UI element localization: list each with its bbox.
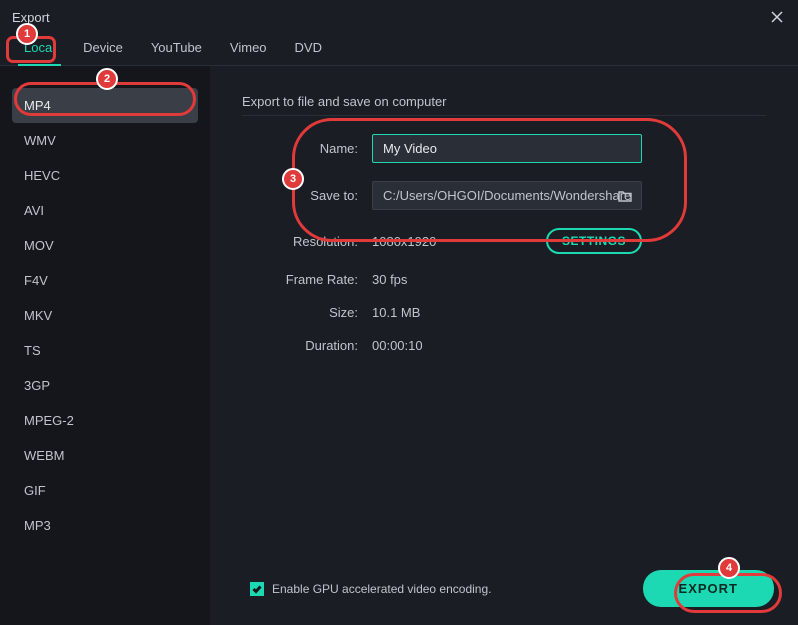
saveto-row: Save to: C:/Users/OHGOI/Documents/Wonder… <box>242 181 766 210</box>
tab-local[interactable]: Local <box>18 36 61 59</box>
format-mkv[interactable]: MKV <box>12 298 198 333</box>
tab-device[interactable]: Device <box>77 36 129 59</box>
size-value: 10.1 MB <box>372 305 420 320</box>
framerate-value: 30 fps <box>372 272 407 287</box>
format-mp4[interactable]: MP4 <box>12 88 198 123</box>
folder-icon[interactable] <box>617 188 633 204</box>
divider <box>242 115 766 116</box>
resolution-row: Resolution: 1080x1920 SETTINGS <box>242 228 766 254</box>
resolution-value: 1080x1920 <box>372 234 436 249</box>
saveto-field[interactable]: C:/Users/OHGOI/Documents/Wondershare <box>372 181 642 210</box>
gpu-label: Enable GPU accelerated video encoding. <box>272 582 491 596</box>
format-gif[interactable]: GIF <box>12 473 198 508</box>
format-avi[interactable]: AVI <box>12 193 198 228</box>
titlebar: Export <box>0 0 798 28</box>
format-hevc[interactable]: HEVC <box>12 158 198 193</box>
format-3gp[interactable]: 3GP <box>12 368 198 403</box>
size-label: Size: <box>242 305 372 320</box>
format-wmv[interactable]: WMV <box>12 123 198 158</box>
format-webm[interactable]: WEBM <box>12 438 198 473</box>
saveto-path: C:/Users/OHGOI/Documents/Wondershare <box>383 188 631 203</box>
tab-youtube[interactable]: YouTube <box>145 36 208 59</box>
duration-value: 00:00:10 <box>372 338 423 353</box>
name-input[interactable] <box>372 134 642 163</box>
framerate-row: Frame Rate: 30 fps <box>242 272 766 287</box>
footer: Enable GPU accelerated video encoding. E… <box>210 558 798 625</box>
export-button[interactable]: EXPORT <box>643 570 774 607</box>
settings-button[interactable]: SETTINGS <box>546 228 642 254</box>
format-sidebar: MP4 WMV HEVC AVI MOV F4V MKV TS 3GP MPEG… <box>0 66 210 625</box>
tab-vimeo[interactable]: Vimeo <box>224 36 273 59</box>
format-ts[interactable]: TS <box>12 333 198 368</box>
close-icon[interactable] <box>768 8 786 26</box>
format-f4v[interactable]: F4V <box>12 263 198 298</box>
saveto-label: Save to: <box>242 188 372 203</box>
window-title: Export <box>12 10 50 25</box>
name-row: Name: <box>242 134 766 163</box>
tab-dvd[interactable]: DVD <box>289 36 328 59</box>
panel-heading: Export to file and save on computer <box>242 94 766 109</box>
checkbox-icon <box>250 582 264 596</box>
resolution-label: Resolution: <box>242 234 372 249</box>
format-mov[interactable]: MOV <box>12 228 198 263</box>
main-panel: Export to file and save on computer Name… <box>210 66 798 625</box>
format-mpeg2[interactable]: MPEG-2 <box>12 403 198 438</box>
framerate-label: Frame Rate: <box>242 272 372 287</box>
name-label: Name: <box>242 141 372 156</box>
format-mp3[interactable]: MP3 <box>12 508 198 543</box>
duration-label: Duration: <box>242 338 372 353</box>
size-row: Size: 10.1 MB <box>242 305 766 320</box>
tab-bar: Local Device YouTube Vimeo DVD <box>0 28 798 66</box>
gpu-checkbox[interactable]: Enable GPU accelerated video encoding. <box>250 582 491 596</box>
duration-row: Duration: 00:00:10 <box>242 338 766 353</box>
